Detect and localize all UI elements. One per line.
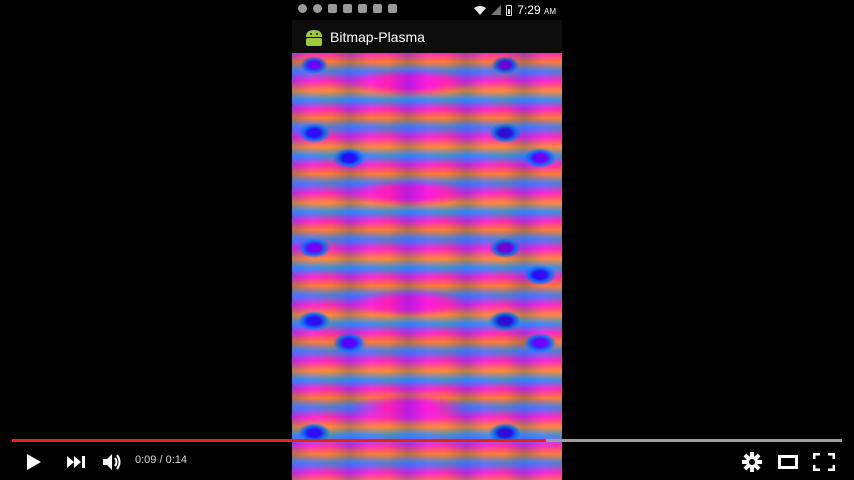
settings-button[interactable] [739, 450, 765, 474]
theater-mode-icon [778, 455, 798, 469]
app-title: Bitmap-Plasma [330, 28, 425, 45]
wifi-icon [474, 5, 487, 15]
play-button[interactable] [21, 450, 47, 474]
time-display: 0:09 / 0:14 [135, 454, 187, 466]
android-screen-recording: 7:29 AM Bitmap-Plasma [292, 0, 562, 480]
notification-icon [298, 4, 307, 13]
notification-icon [313, 4, 322, 13]
sd-card-icon [388, 4, 397, 13]
progress-played [12, 439, 546, 442]
fullscreen-icon [813, 453, 835, 471]
next-button[interactable] [63, 450, 89, 474]
time-separator: / [156, 454, 166, 466]
usb-icon [343, 4, 352, 13]
notification-icons [298, 4, 397, 13]
notification-icon [373, 4, 382, 13]
play-icon [27, 454, 41, 470]
mail-icon [328, 4, 337, 13]
signal-icon [491, 5, 502, 15]
status-time: 7:29 [517, 3, 541, 17]
current-time: 0:09 [135, 454, 157, 466]
volume-button[interactable] [99, 450, 125, 474]
status-clock: 7:29 AM [517, 3, 556, 17]
app-action-bar: Bitmap-Plasma [292, 20, 562, 53]
status-ampm: AM [544, 7, 556, 16]
video-player[interactable]: 7:29 AM Bitmap-Plasma 0:09 / 0:14 [0, 0, 854, 480]
plasma-bitmap [292, 53, 562, 480]
fullscreen-button[interactable] [811, 450, 837, 474]
player-controls: 0:09 / 0:14 [0, 444, 854, 480]
android-status-bar: 7:29 AM [292, 0, 562, 20]
gear-icon [742, 452, 762, 472]
android-robot-icon [306, 29, 322, 46]
progress-bar[interactable] [12, 439, 842, 442]
volume-icon [103, 454, 121, 470]
notification-icon [358, 4, 367, 13]
theater-mode-button[interactable] [775, 450, 801, 474]
battery-icon [506, 4, 513, 16]
duration: 0:14 [165, 454, 188, 466]
next-icon [67, 456, 85, 468]
system-status: 7:29 AM [474, 3, 556, 17]
